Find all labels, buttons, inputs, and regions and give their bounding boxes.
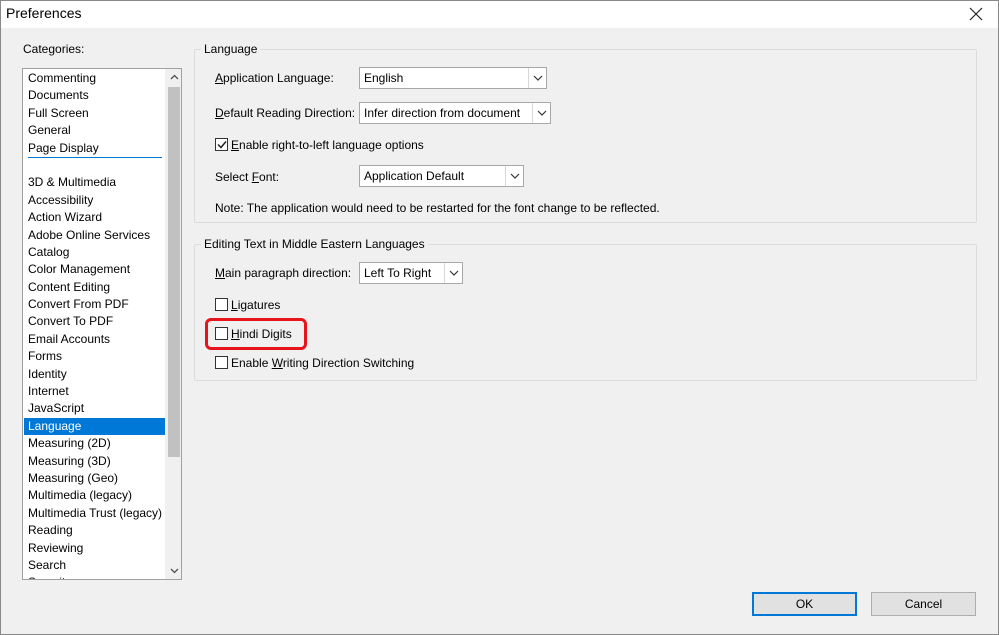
category-item[interactable]: Accessibility — [24, 192, 166, 209]
category-item[interactable]: Documents — [24, 87, 166, 104]
scrollbar-thumb[interactable] — [168, 87, 180, 457]
ok-button[interactable]: OK — [752, 592, 857, 616]
paragraph-direction-value: Left To Right — [364, 266, 432, 280]
reading-direction-value: Infer direction from document — [364, 106, 521, 120]
select-font-value: Application Default — [364, 169, 465, 183]
category-item[interactable]: Internet — [24, 383, 166, 400]
category-item[interactable]: Page Display — [24, 140, 166, 157]
category-item[interactable]: General — [24, 122, 166, 139]
category-item[interactable]: Email Accounts — [24, 331, 166, 348]
dropdown-button[interactable] — [505, 166, 523, 186]
category-item[interactable]: Convert To PDF — [24, 313, 166, 330]
category-item[interactable]: Multimedia Trust (legacy) — [24, 505, 166, 522]
rtl-options-label[interactable]: Enable right-to-left language options — [231, 138, 424, 152]
category-item[interactable]: Multimedia (legacy) — [24, 487, 166, 504]
highlight-annotation — [205, 318, 307, 350]
dropdown-button[interactable] — [444, 263, 462, 283]
reading-direction-label: Default Reading Direction: — [215, 106, 356, 120]
font-restart-note: Note: The application would need to be r… — [215, 201, 660, 215]
category-item[interactable]: 3D & Multimedia — [24, 174, 166, 191]
title-bar: Preferences — [0, 0, 999, 28]
category-item[interactable]: Color Management — [24, 261, 166, 278]
category-item[interactable]: Convert From PDF — [24, 296, 166, 313]
category-item[interactable]: Security — [24, 574, 166, 579]
category-item[interactable]: JavaScript — [24, 400, 166, 417]
rtl-options-checkbox[interactable] — [215, 138, 228, 151]
writing-direction-label[interactable]: Enable Writing Direction Switching — [231, 356, 414, 370]
ligatures-label[interactable]: Ligatures — [231, 298, 280, 312]
select-font-label: Select Font: — [215, 170, 280, 184]
category-item[interactable]: Reading — [24, 522, 166, 539]
category-item[interactable]: Language — [24, 417, 166, 436]
application-language-value: English — [364, 71, 404, 85]
category-item[interactable]: Measuring (2D) — [24, 435, 166, 452]
category-item[interactable]: Action Wizard — [24, 209, 166, 226]
middle-eastern-group-title: Editing Text in Middle Eastern Languages — [201, 237, 428, 251]
chevron-down-icon — [533, 75, 542, 81]
categories-label: Categories: — [23, 42, 85, 56]
scroll-up-button[interactable] — [166, 69, 181, 85]
category-item[interactable]: Content Editing — [24, 279, 166, 296]
category-item[interactable]: Full Screen — [24, 105, 166, 122]
dropdown-button[interactable] — [528, 68, 546, 88]
reading-direction-select[interactable]: Infer direction from document — [359, 102, 551, 124]
close-icon — [969, 7, 983, 21]
category-separator — [24, 156, 166, 174]
writing-direction-checkbox[interactable] — [215, 356, 228, 369]
category-item[interactable]: Measuring (3D) — [24, 453, 166, 470]
application-language-label: Application Language: — [215, 71, 334, 85]
paragraph-direction-select[interactable]: Left To Right — [359, 262, 463, 284]
checkmark-icon — [216, 141, 227, 149]
category-item[interactable]: Identity — [24, 366, 166, 383]
category-item[interactable]: Forms — [24, 348, 166, 365]
categories-items: Commenting Documents Full Screen General Pag… — [24, 70, 166, 579]
category-item[interactable]: Catalog — [24, 244, 166, 261]
chevron-down-icon — [510, 173, 519, 179]
chevron-down-icon — [537, 110, 546, 116]
cancel-button[interactable]: Cancel — [871, 592, 976, 616]
dropdown-button[interactable] — [532, 103, 550, 123]
scroll-down-button[interactable] — [166, 563, 181, 579]
chevron-down-icon — [449, 270, 458, 276]
language-group-title: Language — [201, 42, 261, 56]
window-title: Preferences — [6, 5, 82, 21]
category-item[interactable]: Search — [24, 557, 166, 574]
category-item[interactable]: Measuring (Geo) — [24, 470, 166, 487]
categories-list[interactable]: Commenting Documents Full Screen General Pag… — [22, 68, 182, 580]
chevron-down-icon — [170, 568, 178, 574]
chevron-up-icon — [170, 74, 178, 80]
category-item[interactable]: Reviewing — [24, 540, 166, 557]
category-item[interactable]: Adobe Online Services — [24, 227, 166, 244]
select-font-select[interactable]: Application Default — [359, 165, 524, 187]
ligatures-checkbox[interactable] — [215, 298, 228, 311]
category-item[interactable]: Commenting — [24, 70, 166, 87]
paragraph-direction-label: Main paragraph direction: — [215, 266, 352, 280]
close-button[interactable] — [953, 0, 999, 28]
categories-scrollbar[interactable] — [165, 69, 181, 579]
application-language-select[interactable]: English — [359, 67, 547, 89]
